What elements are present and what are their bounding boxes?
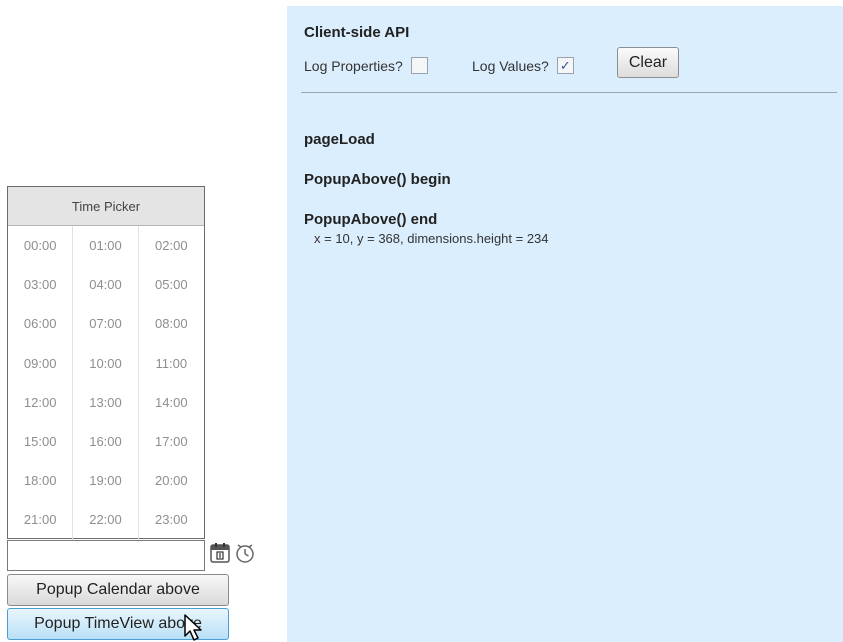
- log-properties-label: Log Properties?: [304, 57, 403, 74]
- time-picker-popup: Time Picker 00:00 01:00 02:00 03:00 04:00 05:…: [7, 186, 205, 540]
- time-slot[interactable]: 11:00: [139, 344, 204, 383]
- time-slot[interactable]: 20:00: [139, 461, 204, 500]
- time-slot[interactable]: 04:00: [73, 265, 139, 305]
- time-slot[interactable]: 23:00: [139, 500, 204, 539]
- log-entry-popup-end: PopupAbove() end: [304, 211, 438, 228]
- log-entry-pageload: pageLoad: [304, 131, 375, 148]
- console-divider: [301, 92, 837, 93]
- time-slot[interactable]: 14:00: [139, 383, 204, 422]
- log-values-option: Log Values? ✓: [472, 57, 574, 74]
- time-slot[interactable]: 03:00: [8, 265, 74, 305]
- time-slot[interactable]: 19:00: [73, 461, 139, 501]
- log-values-label: Log Values?: [472, 57, 549, 74]
- time-slot[interactable]: 09:00: [8, 343, 74, 383]
- clear-button[interactable]: Clear: [617, 47, 679, 78]
- clock-icon[interactable]: [234, 542, 256, 564]
- time-slot[interactable]: 17:00: [139, 422, 204, 461]
- time-slot[interactable]: 12:00: [8, 382, 74, 422]
- client-api-console: Client-side API Log Properties? Log Valu…: [287, 6, 843, 642]
- check-mark-icon: ✓: [559, 57, 571, 73]
- time-slot[interactable]: 07:00: [73, 304, 139, 344]
- time-slot[interactable]: 01:00: [73, 226, 139, 266]
- log-values-checkbox[interactable]: ✓: [556, 57, 574, 74]
- time-slot[interactable]: 16:00: [73, 421, 139, 462]
- time-slot[interactable]: 06:00: [8, 304, 74, 344]
- time-slot[interactable]: 10:00: [73, 343, 139, 383]
- log-entry-popup-begin: PopupAbove() begin: [304, 171, 451, 188]
- time-slot[interactable]: 15:00: [8, 421, 74, 462]
- log-properties-option: Log Properties?: [304, 57, 428, 74]
- time-slot[interactable]: 00:00: [8, 226, 74, 266]
- time-slot[interactable]: 05:00: [139, 265, 204, 304]
- time-slot[interactable]: 13:00: [73, 382, 139, 422]
- date-time-input[interactable]: [7, 540, 205, 571]
- time-slot[interactable]: 08:00: [139, 304, 204, 343]
- time-picker-header: Time Picker: [8, 187, 204, 226]
- popup-calendar-above-button[interactable]: Popup Calendar above: [7, 574, 229, 606]
- calendar-icon[interactable]: [209, 542, 231, 564]
- time-slot[interactable]: 22:00: [73, 500, 139, 540]
- time-slot[interactable]: 02:00: [139, 226, 204, 265]
- popup-timeview-above-button[interactable]: Popup TimeView above: [7, 608, 229, 640]
- time-slot[interactable]: 18:00: [8, 461, 74, 501]
- log-entry-popup-end-detail: x = 10, y = 368, dimensions.height = 234: [314, 231, 549, 246]
- time-slot[interactable]: 21:00: [8, 500, 74, 540]
- log-properties-checkbox[interactable]: [410, 57, 428, 74]
- time-picker-grid: 00:00 01:00 02:00 03:00 04:00 05:00 06:00 07:00…: [8, 226, 204, 540]
- console-title: Client-side API: [304, 24, 410, 41]
